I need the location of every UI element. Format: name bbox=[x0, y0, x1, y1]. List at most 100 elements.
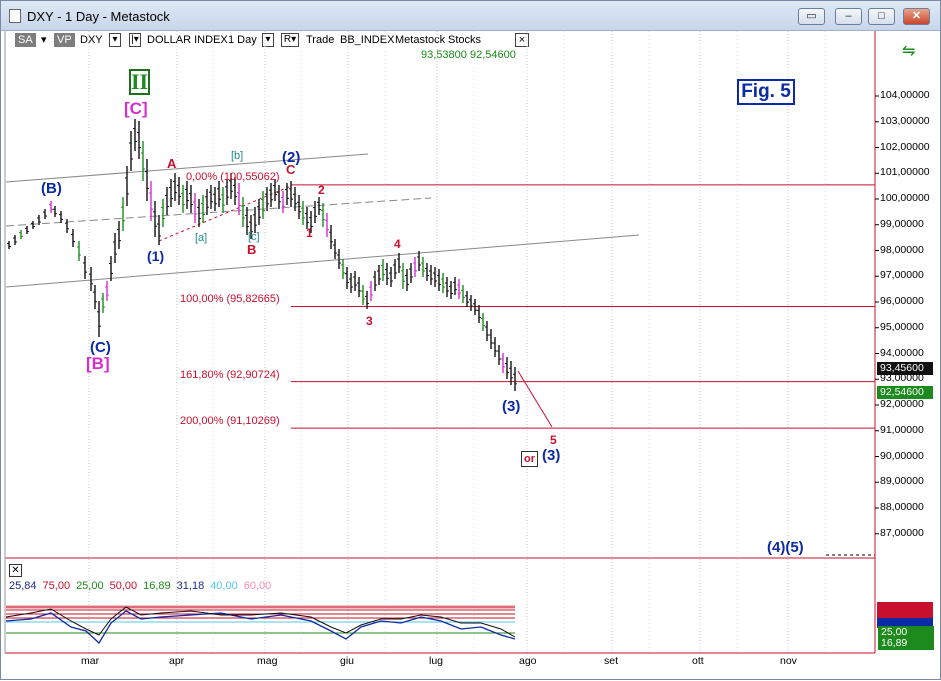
indicator-value: 16,89 bbox=[143, 580, 171, 592]
wave-c-bracket: [C] bbox=[124, 99, 148, 118]
price-axis-label: 103,00000 bbox=[880, 114, 930, 127]
price-bar bbox=[261, 191, 265, 219]
price-bar bbox=[133, 119, 137, 151]
price-bar bbox=[13, 235, 17, 245]
price-axis bbox=[4, 31, 879, 654]
price-bar bbox=[205, 189, 209, 215]
price-bar bbox=[513, 367, 517, 391]
wave-5: 5 bbox=[550, 433, 557, 447]
fib-level-100: 100,00% (95,82665) bbox=[180, 293, 280, 305]
price-bar bbox=[213, 187, 217, 211]
price-bar bbox=[31, 221, 35, 229]
price-bar bbox=[241, 197, 245, 227]
price-bar bbox=[173, 173, 177, 201]
price-bar bbox=[497, 345, 501, 365]
month-label: ago bbox=[519, 655, 537, 667]
month-label: set bbox=[604, 655, 619, 667]
price-bar bbox=[493, 337, 497, 357]
month-label: giu bbox=[340, 655, 355, 667]
price-bar bbox=[313, 201, 317, 223]
indicator-value: 40,00 bbox=[210, 580, 238, 592]
price-bar bbox=[453, 277, 457, 295]
price-bar bbox=[377, 265, 381, 285]
price-bar bbox=[19, 230, 23, 239]
month-label: apr bbox=[169, 655, 185, 667]
price-bar bbox=[185, 181, 189, 209]
price-bar bbox=[43, 209, 47, 219]
price-axis-label: 95,00000 bbox=[880, 320, 924, 333]
indicator-tag-16: 16,89 bbox=[878, 637, 934, 650]
price-bar bbox=[413, 257, 417, 277]
chart-tools-icon[interactable]: ⇋ bbox=[902, 41, 915, 61]
price-bar bbox=[385, 263, 389, 285]
month-label: mar bbox=[81, 655, 100, 667]
wave-b-bracket: [B] bbox=[86, 354, 110, 373]
price-bar bbox=[433, 267, 437, 287]
price-bar bbox=[25, 226, 29, 234]
price-bar bbox=[337, 249, 341, 269]
month-label: lug bbox=[429, 655, 444, 667]
indicator-value: 60,00 bbox=[243, 580, 272, 592]
price-bar bbox=[505, 357, 509, 379]
price-bar bbox=[153, 201, 157, 237]
price-bar bbox=[333, 239, 337, 259]
chart-grid bbox=[88, 31, 826, 653]
fib-level-200: 200,00% (91,10269) bbox=[180, 415, 280, 427]
price-bar bbox=[83, 256, 87, 279]
price-bar bbox=[59, 211, 63, 223]
price-bar bbox=[469, 295, 473, 311]
price-bar bbox=[357, 277, 361, 297]
price-axis-label: 98,00000 bbox=[880, 243, 924, 256]
price-bar bbox=[285, 183, 289, 205]
price-bar bbox=[405, 269, 409, 291]
price-bar bbox=[401, 263, 405, 289]
indicator-values: 25,84 75,00 25,00 50,00 16,89 31,18 40,00 60,00 bbox=[9, 580, 277, 592]
green-price-tag: 92,54600 bbox=[877, 386, 933, 399]
price-bar bbox=[441, 273, 445, 293]
price-bar bbox=[329, 225, 333, 249]
indicator-close-icon[interactable]: ✕ bbox=[9, 564, 22, 577]
fib-level-161: 161,80% (92,90724) bbox=[180, 369, 280, 381]
price-bar bbox=[445, 277, 449, 297]
price-bar bbox=[321, 203, 325, 227]
price-bar bbox=[105, 281, 109, 301]
fib-level-0: 0,00% (100,55062) bbox=[186, 171, 280, 183]
price-bar bbox=[485, 321, 489, 341]
price-axis-label: 100,00000 bbox=[880, 192, 930, 204]
price-bar bbox=[389, 267, 393, 287]
price-bar bbox=[265, 187, 269, 211]
price-axis-label: 104,00000 bbox=[880, 89, 930, 101]
price-axis-label: 96,00000 bbox=[880, 295, 924, 307]
price-bar bbox=[189, 185, 193, 213]
price-axis-label: 88,00000 bbox=[880, 501, 924, 513]
price-bar bbox=[429, 265, 433, 285]
price-bar bbox=[193, 193, 197, 223]
price-axis-label: 101,00000 bbox=[880, 166, 930, 179]
wave-4: 4 bbox=[394, 237, 401, 251]
indicator-value: 25,00 bbox=[76, 580, 104, 592]
indicator-axis-band-blue bbox=[877, 618, 933, 626]
month-label: nov bbox=[780, 655, 797, 667]
price-bar bbox=[149, 181, 153, 221]
month-label: mag bbox=[257, 655, 278, 667]
price-axis-label: 94,00000 bbox=[880, 346, 924, 359]
price-bar bbox=[177, 177, 181, 205]
wave-a: A bbox=[167, 156, 177, 171]
trend-lines bbox=[5, 153, 875, 556]
price-bar bbox=[7, 241, 11, 249]
price-axis-label: 97,00000 bbox=[880, 269, 924, 282]
price-bar bbox=[489, 329, 493, 349]
price-bar bbox=[257, 199, 261, 225]
indicator-value: 75,00 bbox=[42, 580, 71, 592]
wave-1: 1 bbox=[306, 226, 313, 240]
wave-a-bracket: [a] bbox=[195, 232, 208, 244]
price-bar bbox=[49, 201, 53, 213]
price-bar bbox=[137, 121, 141, 159]
wave-c: C bbox=[286, 162, 296, 177]
price-bar bbox=[181, 185, 185, 213]
price-axis-label: 92,00000 bbox=[880, 398, 924, 410]
current-price-tag: 93,45600 bbox=[877, 362, 933, 375]
wave-b-paren: (B) bbox=[41, 180, 62, 197]
wave-1-paren: (1) bbox=[147, 248, 165, 264]
price-bar bbox=[373, 271, 377, 291]
